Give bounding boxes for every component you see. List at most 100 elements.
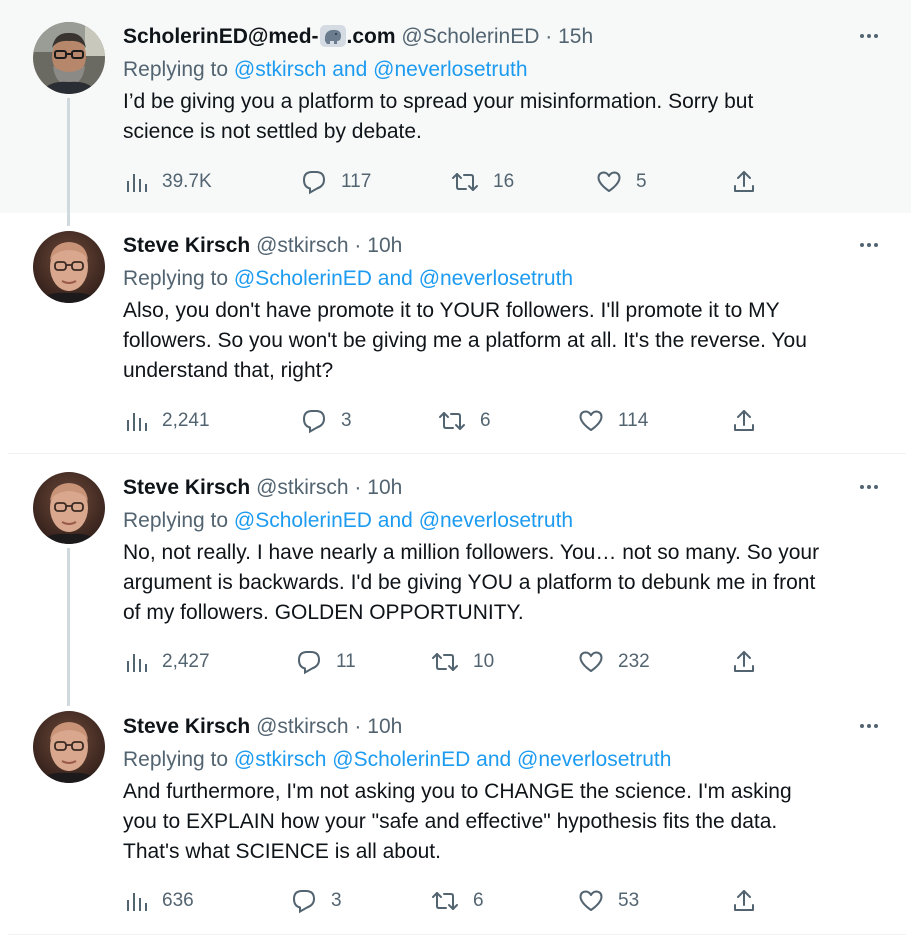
display-name[interactable]: Steve Kirsch xyxy=(123,234,250,257)
bar-chart-icon xyxy=(127,174,147,192)
avatar[interactable] xyxy=(33,472,105,544)
tweet-header: Steve Kirsch @stkirsch · 10h xyxy=(123,233,871,259)
handle[interactable]: @stkirsch xyxy=(256,234,349,257)
retweet-button[interactable]: 16 xyxy=(451,167,514,197)
tweet[interactable]: Steve Kirsch @stkirsch · 10h Replying to… xyxy=(0,694,911,939)
more-options-button[interactable] xyxy=(857,233,881,257)
mention-link[interactable]: @ScholerinED and @neverlosetruth xyxy=(234,267,573,290)
retweet-count: 6 xyxy=(473,890,484,911)
mention-link[interactable]: @stkirsch and @neverlosetruth xyxy=(234,58,528,81)
handle[interactable]: @stkirsch xyxy=(256,476,349,499)
retweet-button[interactable]: 10 xyxy=(431,647,494,677)
separator-dot: · xyxy=(354,476,362,499)
more-options-button[interactable] xyxy=(857,24,881,48)
like-count: 53 xyxy=(618,890,640,911)
tweet-content: Steve Kirsch @stkirsch · 10h Replying to… xyxy=(123,475,871,628)
tweet-text-line: followers. So you won't be giving me a p… xyxy=(123,329,807,352)
reply-button[interactable]: 117 xyxy=(301,167,371,197)
display-name[interactable]: Steve Kirsch xyxy=(123,476,250,499)
timestamp[interactable]: 15h xyxy=(558,25,593,48)
timestamp[interactable]: 10h xyxy=(367,234,402,257)
share-button[interactable] xyxy=(732,406,756,436)
retweet-count: 10 xyxy=(473,651,495,672)
replying-to-label: Replying to xyxy=(123,509,229,532)
timestamp[interactable]: 10h xyxy=(367,476,402,499)
tweet-text-line: understand that, right? xyxy=(123,359,334,382)
retweet-icon xyxy=(432,653,458,671)
tweet-text-line: That's what SCIENCE is all about. xyxy=(123,840,441,863)
tweet-text-line: you to EXPLAIN how your "safe and effect… xyxy=(123,810,778,833)
tweet-text-line: I’d be giving you a platform to spread y… xyxy=(123,90,754,113)
tweet-actions: 2,427 11 10 232 xyxy=(123,647,773,677)
retweet-button[interactable]: 6 xyxy=(431,886,484,916)
views-button[interactable]: 2,427 xyxy=(126,647,210,677)
tweet-text-line: Also, you don't have promote it to YOUR … xyxy=(123,299,780,322)
tweet-actions: 636 3 6 53 xyxy=(123,886,773,916)
heart-icon xyxy=(579,890,603,911)
retweet-button[interactable]: 6 xyxy=(438,406,491,436)
retweet-icon xyxy=(439,412,465,430)
tweet-content: Steve Kirsch @stkirsch · 10h Replying to… xyxy=(123,233,871,386)
reply-count: 11 xyxy=(336,651,356,672)
avatar[interactable] xyxy=(33,711,105,783)
share-upload-icon xyxy=(734,651,754,672)
avatar[interactable] xyxy=(33,22,105,94)
heart-icon xyxy=(579,410,603,431)
views-count: 39.7K xyxy=(162,171,212,192)
heart-icon xyxy=(597,171,621,192)
reply-button[interactable]: 3 xyxy=(291,886,342,916)
share-button[interactable] xyxy=(732,167,756,197)
thread-line xyxy=(67,98,70,226)
share-button[interactable] xyxy=(732,647,756,677)
share-button[interactable] xyxy=(732,886,756,916)
reply-button[interactable]: 3 xyxy=(301,406,352,436)
views-button[interactable]: 636 xyxy=(126,886,194,916)
avatar[interactable] xyxy=(33,231,105,303)
like-button[interactable]: 53 xyxy=(578,886,639,916)
separator-dot: · xyxy=(354,234,362,257)
views-count: 636 xyxy=(162,890,194,911)
like-button[interactable]: 5 xyxy=(596,167,647,197)
mastodon-elephant-icon xyxy=(319,25,346,47)
views-button[interactable]: 39.7K xyxy=(126,167,212,197)
mention-link[interactable]: @stkirsch @ScholerinED and @neverlosetru… xyxy=(234,748,672,771)
more-options-button[interactable] xyxy=(857,475,881,499)
display-name[interactable]: ScholerinED@med- .com xyxy=(123,25,396,48)
mention-link[interactable]: @ScholerinED and @neverlosetruth xyxy=(234,509,573,532)
replying-to-label: Replying to xyxy=(123,58,229,81)
more-options-button[interactable] xyxy=(857,714,881,738)
replying-to: Replying to @ScholerinED and @neverloset… xyxy=(123,266,871,292)
like-count: 5 xyxy=(636,171,647,192)
separator-dot: · xyxy=(545,25,553,48)
like-button[interactable]: 114 xyxy=(578,406,648,436)
timestamp[interactable]: 10h xyxy=(367,715,402,738)
tweet-actions: 39.7K 117 16 5 xyxy=(123,167,773,197)
replying-to: Replying to @stkirsch and @neverlosetrut… xyxy=(123,57,871,83)
tweet-text: And furthermore, I'm not asking you to C… xyxy=(123,777,871,867)
handle[interactable]: @stkirsch xyxy=(256,715,349,738)
tweet[interactable]: ScholerinED@med- .com @ScholerinED · 15h … xyxy=(0,0,911,226)
handle[interactable]: @ScholerinED xyxy=(401,25,539,48)
tweet-header: Steve Kirsch @stkirsch · 10h xyxy=(123,475,871,501)
bar-chart-icon xyxy=(127,413,147,431)
bar-chart-icon xyxy=(127,654,147,672)
tweet[interactable]: Steve Kirsch @stkirsch · 10h Replying to… xyxy=(0,213,911,453)
views-button[interactable]: 2,241 xyxy=(126,406,210,436)
bar-chart-icon xyxy=(127,893,147,911)
share-upload-icon xyxy=(734,171,754,192)
share-upload-icon xyxy=(734,890,754,911)
tweet-text-line: And furthermore, I'm not asking you to C… xyxy=(123,780,792,803)
thread-line xyxy=(67,548,70,706)
speech-bubble-icon xyxy=(302,171,326,195)
retweet-count: 6 xyxy=(480,410,491,431)
retweet-count: 16 xyxy=(493,171,515,192)
reply-button[interactable]: 11 xyxy=(296,647,356,677)
retweet-icon xyxy=(452,173,478,191)
like-button[interactable]: 232 xyxy=(578,647,650,677)
display-name[interactable]: Steve Kirsch xyxy=(123,715,250,738)
tweet[interactable]: Steve Kirsch @stkirsch · 10h Replying to… xyxy=(0,454,911,706)
replying-to: Replying to @ScholerinED and @neverloset… xyxy=(123,508,871,534)
tweet-text-line: No, not really. I have nearly a million … xyxy=(123,541,820,564)
divider xyxy=(8,934,906,935)
views-count: 2,241 xyxy=(162,410,210,431)
